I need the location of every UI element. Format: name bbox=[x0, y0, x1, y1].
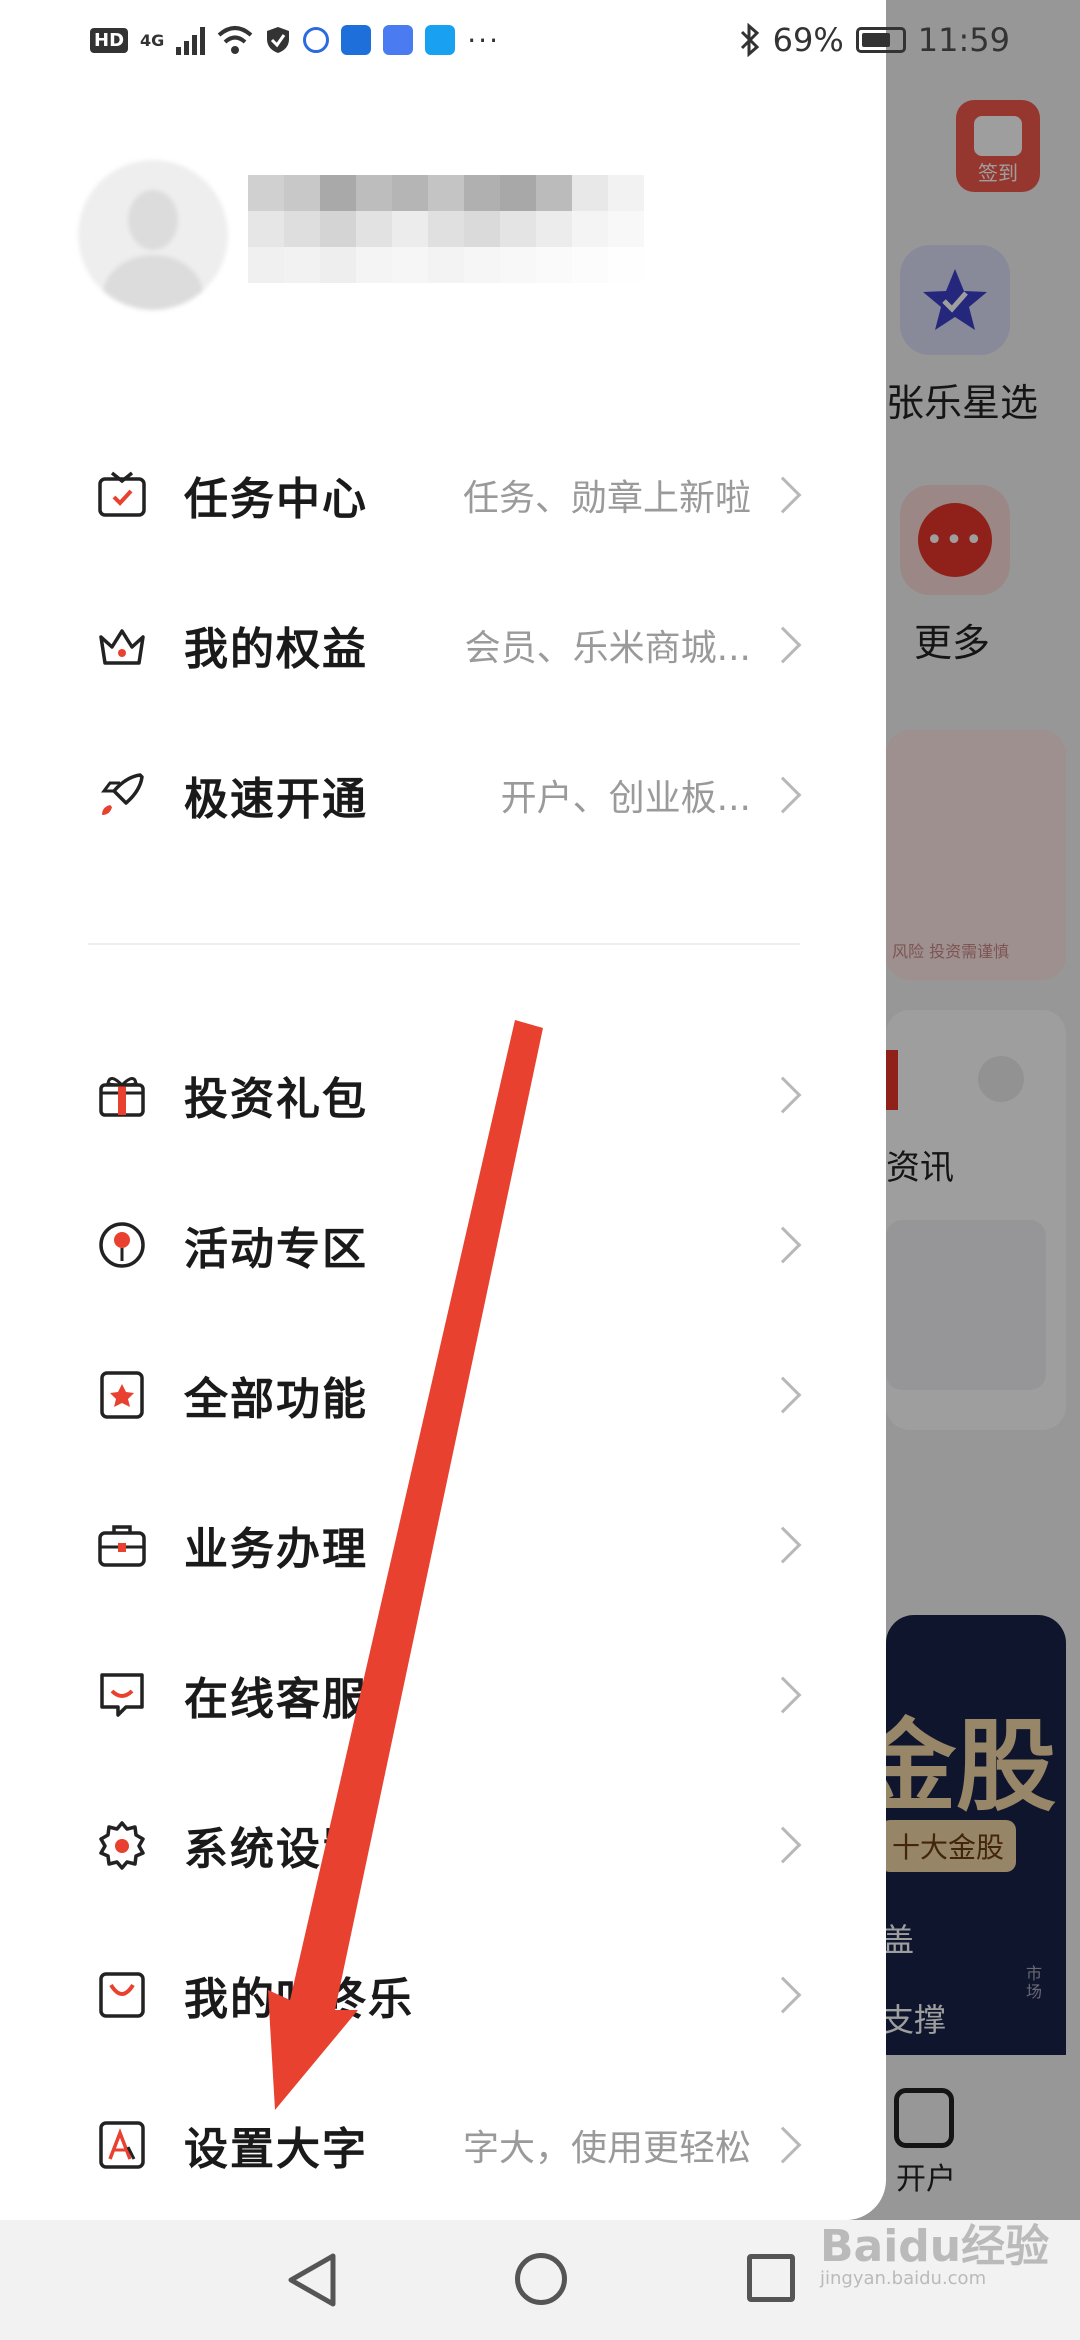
pin-icon bbox=[96, 1219, 148, 1271]
gear-icon bbox=[96, 1819, 148, 1871]
home-icon[interactable] bbox=[515, 2253, 567, 2305]
back-icon[interactable] bbox=[285, 2250, 339, 2310]
menu-item-smile-box[interactable]: 我的咕咚乐 bbox=[0, 1945, 886, 2045]
menu-item-label: 活动专区 bbox=[184, 1224, 368, 1275]
menu-item-label: 在线客服 bbox=[184, 1674, 368, 1725]
signal-icon bbox=[176, 25, 206, 55]
clock: 11:59 bbox=[917, 21, 1010, 59]
search-notification-icon bbox=[425, 25, 456, 55]
side-drawer: 任务中心 任务、勋章上新啦 我的权益 会员、乐米商城... 极速开通 开户、创业板... … bbox=[0, 0, 886, 2220]
menu-item-briefcase[interactable]: 业务办理 bbox=[0, 1495, 886, 1595]
menu-item-crown[interactable]: 我的权益 会员、乐米商城... bbox=[0, 595, 886, 695]
star-box-icon bbox=[96, 1369, 148, 1421]
menu-item-hint: 开户、创业板... bbox=[500, 778, 751, 819]
menu-item-gift[interactable]: 投资礼包 bbox=[0, 1045, 886, 1145]
task-icon bbox=[96, 469, 148, 521]
menu-item-hint: 字大，使用更轻松 bbox=[462, 2128, 751, 2169]
menu-item-pin[interactable]: 活动专区 bbox=[0, 1195, 886, 1295]
menu-item-label: 极速开通 bbox=[184, 774, 368, 825]
chevron-right-icon bbox=[764, 1976, 802, 2014]
chevron-right-icon bbox=[764, 626, 802, 664]
watermark: Baidu经验 jingyan.baidu.com bbox=[820, 2210, 1049, 2289]
menu-item-label: 系统设置 bbox=[184, 1824, 368, 1875]
font-size-icon bbox=[96, 2119, 148, 2171]
chevron-right-icon bbox=[764, 776, 802, 814]
briefcase-icon bbox=[96, 1519, 148, 1571]
chevron-right-icon bbox=[764, 1826, 802, 1864]
menu-item-task[interactable]: 任务中心 任务、勋章上新啦 bbox=[0, 445, 886, 545]
baidu-icon bbox=[303, 27, 330, 53]
menu-item-label: 我的咕咚乐 bbox=[184, 1974, 414, 2025]
chevron-right-icon bbox=[764, 1376, 802, 1414]
shield-icon bbox=[267, 27, 290, 53]
blurred-username bbox=[248, 175, 644, 283]
menu-item-label: 设置大字 bbox=[184, 2124, 368, 2175]
network-type: 4G bbox=[140, 30, 165, 50]
chat-icon bbox=[96, 1669, 148, 1721]
more-notifications-icon: ··· bbox=[467, 23, 500, 57]
chevron-right-icon bbox=[764, 476, 802, 514]
menu-item-hint: 任务、勋章上新啦 bbox=[462, 478, 751, 519]
menu-item-label: 业务办理 bbox=[184, 1524, 368, 1575]
app-notification-icon bbox=[341, 25, 372, 55]
watermark-brand: Baidu经验 bbox=[820, 2221, 1050, 2272]
menu-item-hint: 会员、乐米商城... bbox=[464, 628, 751, 669]
profile-header[interactable] bbox=[78, 160, 758, 320]
gift-icon bbox=[96, 1069, 148, 1121]
recent-apps-icon[interactable] bbox=[747, 2254, 795, 2302]
rocket-icon bbox=[96, 769, 148, 821]
menu-item-font-size[interactable]: 设置大字 字大，使用更轻松 bbox=[0, 2095, 886, 2195]
menu-item-rocket[interactable]: 极速开通 开户、创业板... bbox=[0, 745, 886, 845]
menu-divider bbox=[88, 943, 800, 945]
menu-item-label: 我的权益 bbox=[184, 624, 368, 675]
chevron-right-icon bbox=[764, 2126, 802, 2164]
status-bar: HD 4G ··· 69% 11:59 bbox=[0, 0, 1080, 80]
menu-item-chat[interactable]: 在线客服 bbox=[0, 1645, 886, 1745]
chevron-right-icon bbox=[764, 1676, 802, 1714]
avatar[interactable] bbox=[78, 160, 228, 310]
battery-percent: 69% bbox=[772, 21, 844, 59]
menu-item-star-box[interactable]: 全部功能 bbox=[0, 1345, 886, 1445]
menu-item-label: 投资礼包 bbox=[184, 1074, 368, 1125]
menu-item-gear[interactable]: 系统设置 bbox=[0, 1795, 886, 1895]
chevron-right-icon bbox=[764, 1076, 802, 1114]
chevron-right-icon bbox=[764, 1226, 802, 1264]
battery-icon bbox=[855, 27, 906, 53]
menu-item-label: 全部功能 bbox=[184, 1374, 368, 1425]
smile-box-icon bbox=[96, 1969, 148, 2021]
menu-item-label: 任务中心 bbox=[184, 474, 368, 525]
chevron-right-icon bbox=[764, 1526, 802, 1564]
wifi-icon bbox=[217, 26, 253, 54]
crown-icon bbox=[96, 619, 148, 671]
contacts-notification-icon bbox=[383, 25, 414, 55]
hd-voice-icon: HD bbox=[90, 27, 129, 53]
bluetooth-icon bbox=[740, 23, 759, 57]
